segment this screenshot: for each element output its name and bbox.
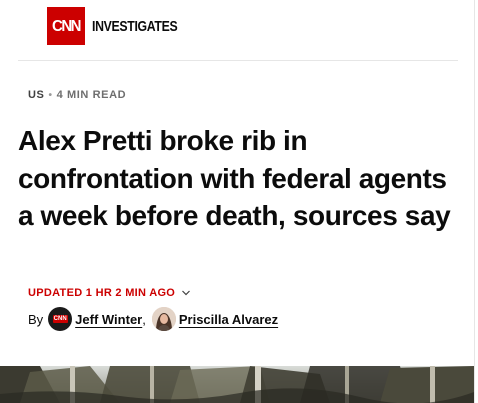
cnn-logo[interactable]: CNN bbox=[47, 7, 85, 45]
author-link-jeff-winter[interactable]: Jeff Winter bbox=[75, 312, 142, 327]
updated-timestamp-toggle[interactable]: UPDATED 1 HR 2 MIN AGO bbox=[28, 287, 191, 299]
article-kicker: US • 4 MIN READ bbox=[28, 89, 126, 101]
page-edge-rule bbox=[474, 0, 475, 403]
cnn-logo-text: CNN bbox=[52, 17, 82, 35]
section-name-investigates[interactable]: INVESTIGATES bbox=[92, 18, 178, 35]
avatar-cnn-mark: CNN bbox=[52, 315, 68, 323]
article-headline: Alex Pretti broke rib in confrontation w… bbox=[18, 125, 451, 231]
masthead: CNN INVESTIGATES bbox=[47, 7, 196, 45]
chevron-down-icon bbox=[182, 290, 191, 296]
byline-by-label: By bbox=[28, 311, 44, 327]
portrait-photo-icon bbox=[151, 307, 176, 331]
forest-trees-photo bbox=[0, 366, 474, 403]
kicker-separator: • bbox=[48, 89, 53, 101]
author-link-priscilla-alvarez[interactable]: Priscilla Alvarez bbox=[179, 312, 278, 327]
byline: By CNN Jeff Winter , Priscilla Alvarez bbox=[28, 306, 278, 332]
hero-image bbox=[0, 366, 474, 403]
portrait-photo-avatar bbox=[151, 307, 176, 331]
read-time: 4 MIN READ bbox=[56, 89, 127, 101]
author-separator: , bbox=[142, 311, 146, 327]
updated-label: UPDATED 1 HR 2 MIN AGO bbox=[28, 287, 176, 299]
category-link[interactable]: US bbox=[28, 89, 44, 101]
header-divider bbox=[18, 60, 458, 61]
cnn-logo-avatar: CNN bbox=[48, 307, 73, 331]
